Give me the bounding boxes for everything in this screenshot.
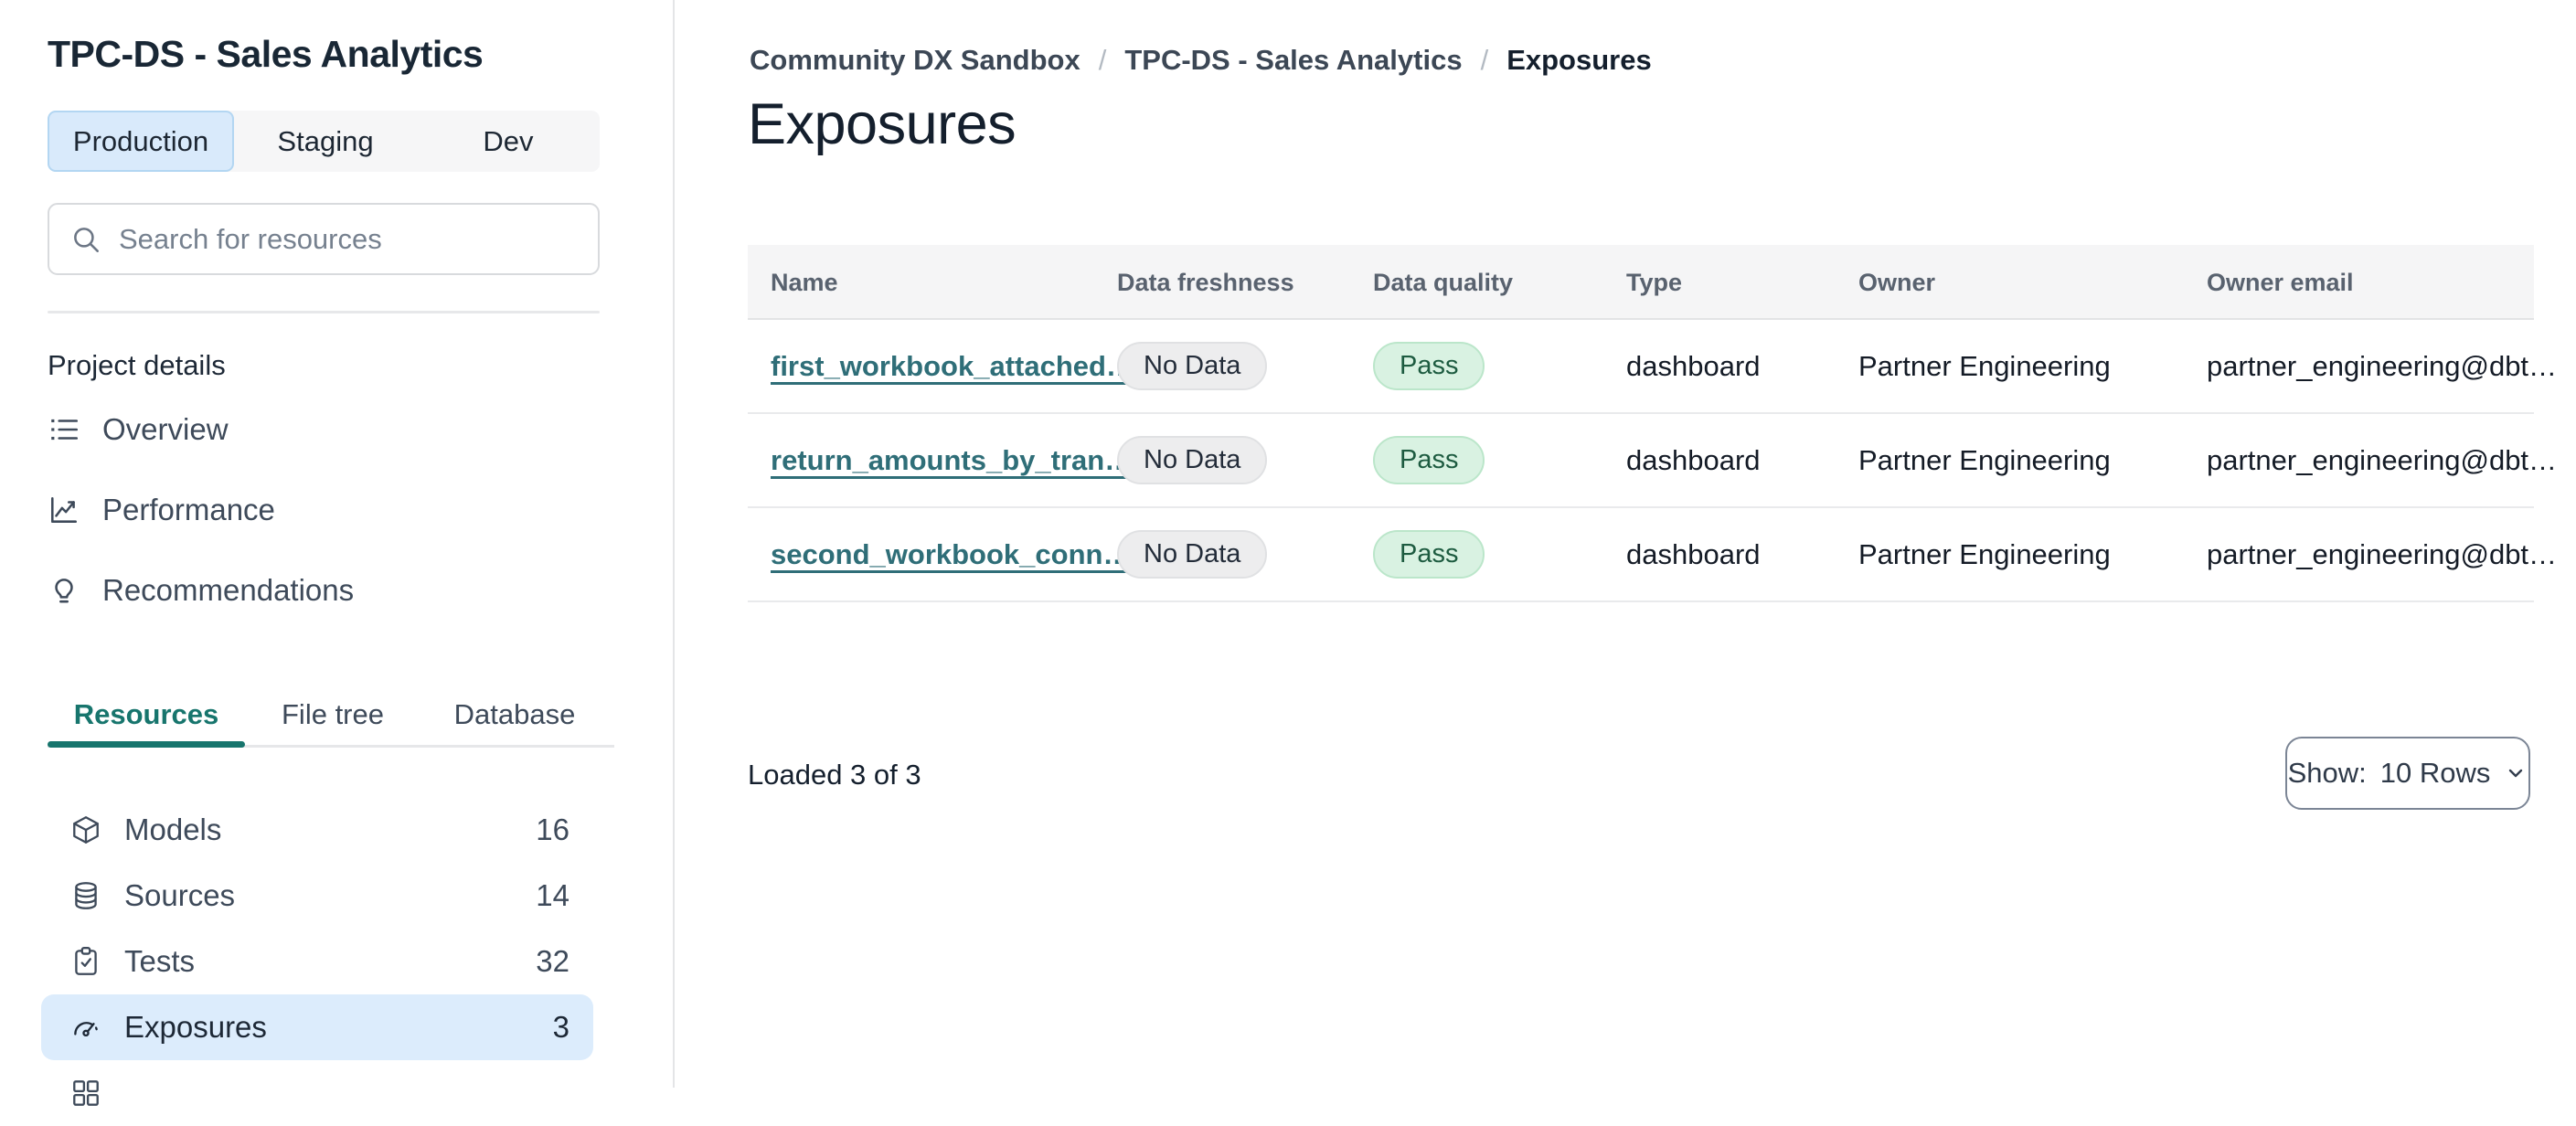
database-icon	[69, 879, 102, 912]
grid-icon	[69, 1077, 102, 1110]
env-tab-staging[interactable]: Staging	[234, 111, 417, 172]
show-label: Show:	[2287, 757, 2367, 789]
env-tab-dev[interactable]: Dev	[417, 111, 600, 172]
resource-list: Models 16 Sources 14 Tests 32 Exposures …	[41, 797, 593, 1126]
breadcrumb-account[interactable]: Community DX Sandbox	[750, 44, 1080, 77]
resource-count: 32	[536, 944, 569, 978]
exposure-name-link[interactable]: second_workbook_conn…	[771, 538, 1131, 571]
breadcrumb-separator: /	[1098, 44, 1107, 76]
exposure-type: dashboard	[1626, 443, 1761, 476]
table-header: Name Data freshness Data quality Type Ow…	[748, 245, 2534, 320]
resource-count: 3	[552, 1010, 569, 1044]
sidebar-item-performance[interactable]: Performance	[48, 484, 600, 536]
breadcrumb-separator: /	[1480, 44, 1489, 76]
exposure-name-link[interactable]: first_workbook_attached…	[771, 350, 1134, 383]
resource-label: Models	[124, 813, 222, 846]
exposure-owner-email: partner_engineering@dbt…	[2207, 349, 2558, 382]
view-tabs: Resources File tree Database	[48, 687, 609, 742]
sidebar: TPC-DS - Sales Analytics Production Stag…	[0, 0, 674, 1106]
active-tab-underline	[48, 741, 245, 748]
sidebar-resource-models[interactable]: Models 16	[41, 797, 593, 863]
sidebar-resource-tests[interactable]: Tests 32	[41, 929, 593, 994]
resource-label: Sources	[124, 878, 236, 912]
clipboard-check-icon	[69, 945, 102, 978]
resource-label: Exposures	[124, 1010, 267, 1044]
resource-count: 14	[536, 878, 569, 912]
data-quality-badge: Pass	[1373, 436, 1485, 484]
sidebar-item-label: Performance	[102, 493, 275, 526]
search-icon	[69, 223, 102, 256]
column-header-data-freshness: Data freshness	[1117, 268, 1294, 296]
data-freshness-badge: No Data	[1117, 530, 1268, 579]
project-details-heading: Project details	[48, 349, 226, 381]
column-header-owner: Owner	[1858, 268, 1936, 296]
data-quality-badge: Pass	[1373, 530, 1485, 579]
project-title: TPC-DS - Sales Analytics	[48, 33, 484, 75]
column-header-type: Type	[1626, 268, 1683, 296]
sidebar-item-label: Recommendations	[102, 573, 355, 607]
sidebar-divider	[48, 311, 600, 313]
breadcrumb-project[interactable]: TPC-DS - Sales Analytics	[1124, 44, 1462, 77]
data-freshness-badge: No Data	[1117, 436, 1268, 484]
cube-icon	[69, 813, 102, 846]
data-quality-badge: Pass	[1373, 342, 1485, 390]
table-row: second_workbook_conn… No Data Pass dashb…	[748, 508, 2557, 602]
exposure-type: dashboard	[1626, 537, 1761, 570]
chart-line-icon	[48, 494, 80, 526]
gauge-icon	[69, 1011, 102, 1044]
sidebar-item-recommendations[interactable]: Recommendations	[48, 565, 600, 616]
exposure-owner-email: partner_engineering@dbt…	[2207, 537, 2558, 570]
search-input[interactable]	[119, 222, 581, 256]
tab-database[interactable]: Database	[420, 687, 609, 742]
column-header-name: Name	[771, 268, 838, 296]
table-row: return_amounts_by_tran… No Data Pass das…	[748, 414, 2557, 508]
sidebar-item-overview[interactable]: Overview	[48, 404, 600, 455]
breadcrumb: Community DX Sandbox / TPC-DS - Sales An…	[750, 44, 1652, 77]
exposure-owner: Partner Engineering	[1858, 443, 2111, 476]
list-icon	[48, 413, 80, 446]
tab-resources[interactable]: Resources	[48, 687, 245, 742]
project-nav: Overview Performance Recommendations	[48, 404, 600, 616]
show-value: 10 Rows	[2379, 757, 2491, 789]
env-tab-production[interactable]: Production	[48, 111, 234, 172]
lightbulb-icon	[48, 574, 80, 607]
data-freshness-badge: No Data	[1117, 342, 1268, 390]
breadcrumb-current: Exposures	[1506, 44, 1652, 76]
exposures-table: Name Data freshness Data quality Type Ow…	[748, 245, 2557, 602]
chevron-down-icon	[2504, 761, 2528, 785]
loaded-status: Loaded 3 of 3	[748, 759, 921, 791]
exposure-type: dashboard	[1626, 349, 1761, 382]
resource-count: 16	[536, 813, 569, 846]
exposure-owner: Partner Engineering	[1858, 537, 2111, 570]
page-title: Exposures	[748, 92, 1017, 156]
sidebar-resource-partial[interactable]	[41, 1060, 593, 1126]
table-row: first_workbook_attached… No Data Pass da…	[748, 320, 2557, 414]
rows-per-page-dropdown[interactable]: Show: 10 Rows	[2285, 737, 2530, 810]
sidebar-resource-sources[interactable]: Sources 14	[41, 863, 593, 929]
sidebar-resource-exposures[interactable]: Exposures 3	[41, 994, 593, 1060]
exposure-name-link[interactable]: return_amounts_by_tran…	[771, 444, 1133, 477]
exposure-owner-email: partner_engineering@dbt…	[2207, 443, 2558, 476]
column-header-owner-email: Owner email	[2207, 268, 2354, 296]
column-header-data-quality: Data quality	[1373, 268, 1514, 296]
tab-file-tree[interactable]: File tree	[245, 687, 420, 742]
resource-search[interactable]	[48, 203, 600, 275]
exposure-owner: Partner Engineering	[1858, 349, 2111, 382]
sidebar-content-divider	[673, 0, 675, 1088]
resource-label: Tests	[124, 944, 196, 978]
environment-tabs: Production Staging Dev	[48, 111, 600, 172]
sidebar-item-label: Overview	[102, 412, 229, 446]
